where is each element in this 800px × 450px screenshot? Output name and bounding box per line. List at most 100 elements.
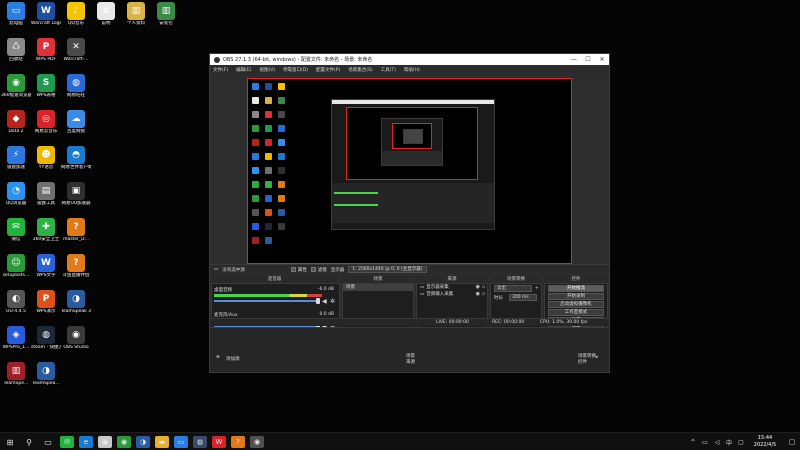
gear-icon[interactable]: ✲ [330, 298, 335, 305]
visibility-eye-icon[interactable]: ◉ [476, 291, 480, 298]
menu-item[interactable]: 场景集合(S) [348, 67, 372, 73]
desktop-icon[interactable]: ▥ 安装包 [151, 2, 181, 27]
properties-button[interactable]: 属性 [290, 267, 307, 273]
source-item[interactable]: ▭ 音频输入采集 ◉ ▫ [417, 291, 487, 298]
desktop-icon[interactable]: ? 斗鱼直播伴侣 [61, 254, 91, 279]
desktop-icon[interactable]: ✕ Warcraft-... [61, 38, 91, 63]
duration-input[interactable]: 300 ms [509, 294, 537, 301]
desktop-icon[interactable]: ⚡ 雷霆加速 [1, 146, 31, 171]
windows-start-icon[interactable]: ⊞ [3, 436, 17, 448]
desktop-icon[interactable]: ◔ QQ浏览器 [1, 182, 31, 207]
desktop-icon[interactable]: ☁ 百度网盘 [61, 110, 91, 135]
source-item[interactable]: ▭ 显示器采集 ◉ ▫ [417, 284, 487, 291]
volume-icon[interactable]: ◁ [712, 436, 722, 448]
desktop-icon[interactable]: ☻ YY语音 [31, 146, 61, 171]
desktop-icon[interactable]: ▣ 网易UU加速器 [61, 182, 91, 207]
speaker-icon[interactable]: ◀ [322, 298, 327, 305]
teamspeak-icon[interactable]: ◑ [136, 436, 150, 448]
taskbar-clock[interactable]: 15:44 2022/4/5 [752, 435, 778, 448]
lock-icon[interactable]: ▫ [482, 291, 485, 298]
desktop-icon[interactable]: ◑ TeamSpea... [31, 362, 61, 387]
edge-icon[interactable]: e [79, 436, 93, 448]
task-view-icon[interactable]: ▭ [41, 436, 55, 448]
add-icon[interactable]: ⊕ [216, 355, 220, 360]
douyu-icon[interactable]: ? [231, 436, 245, 448]
desktop-icon-label: WPS演示 [36, 309, 56, 314]
show-desktop-button[interactable]: ▢ [786, 436, 798, 448]
steam-icon[interactable]: ◍ [193, 436, 207, 448]
start-virtual-camera-button[interactable]: 启动虚拟摄像机 [548, 301, 604, 308]
desktop-icon[interactable]: ◍steam - 快捷方式 [31, 326, 61, 351]
desktop-icon-label: YY语音 [38, 165, 54, 170]
menu-item[interactable]: 帮助(H) [404, 67, 420, 73]
desktop-icon[interactable]: WWarcraft Logs - Co... [31, 2, 61, 27]
wps-icon[interactable]: W [212, 436, 226, 448]
desktop-icon[interactable]: P WPS演示 [31, 290, 61, 315]
desktop-icon[interactable]: ▭ 此电脑 [1, 2, 31, 27]
ime-icon[interactable]: 中 [724, 436, 734, 448]
display-select[interactable]: 1: 2560x1440 @ 0, 0 (主显示器) [348, 266, 427, 273]
transition-type-select[interactable]: 淡出 [494, 285, 532, 292]
maximize-icon[interactable]: ☐ [581, 54, 595, 65]
desktop-icon[interactable]: ☺ setupbets... [1, 254, 31, 279]
lock-icon[interactable]: ▫ [482, 284, 485, 291]
desktop-icon[interactable]: ◆ Dota 2 [1, 110, 31, 135]
close-icon[interactable]: ✕ [595, 54, 609, 65]
menu-item[interactable]: 配置文件(P) [316, 67, 340, 73]
preview-teamspeak-icon [265, 237, 272, 244]
desktop-icon[interactable]: P WPS PDF [31, 38, 61, 63]
obs-icon[interactable]: ◉ [250, 436, 264, 448]
notification-icon[interactable]: ▢ [736, 436, 746, 448]
desktop-icon[interactable]: S WPS表格 [31, 74, 61, 99]
desktop-icon[interactable]: ≡ 说明 [91, 2, 121, 27]
filters-button[interactable]: 滤镜 [310, 267, 327, 273]
start-streaming-button[interactable]: 开始推流 [548, 285, 604, 292]
preview-warcraft-icon [278, 111, 285, 118]
desktop-icon[interactable]: ◎ 网易云音乐 [31, 110, 61, 135]
chevron-up-icon[interactable]: ^ [688, 436, 698, 448]
desktop-icon[interactable]: ✉ 微信 [1, 218, 31, 243]
desktop-icon[interactable]: ◑ TeamSpeak 3 [61, 290, 91, 315]
desktop-icon[interactable]: ▥ TeamSpe... [1, 362, 31, 387]
scene-item[interactable]: 场景 [343, 284, 413, 291]
menu-item[interactable]: 停靠窗口(D) [283, 67, 308, 73]
desktop-icon[interactable]: ◐ UU-4.4.5 [1, 290, 31, 315]
tv-icon[interactable]: ▭ [174, 436, 188, 448]
preview-canvas[interactable] [247, 78, 572, 264]
desktop-icon[interactable]: ? master_D... [61, 218, 91, 243]
desktop-icon[interactable]: ◍ 网易旺旺 [61, 74, 91, 99]
add-icon[interactable]: + [535, 286, 539, 291]
obs-titlebar[interactable]: OBS 27.1.3 (64-bit, windows) - 配置文件: 未命名… [210, 54, 609, 65]
menu-item[interactable]: 视图(V) [259, 67, 275, 73]
network-icon[interactable]: ▭ [700, 436, 710, 448]
live-status: LIVE: 00:00:00 [436, 320, 469, 325]
desktop-icon[interactable]: ♪ QQ音乐 [61, 2, 91, 27]
warcraft-icon: ✕ [67, 38, 85, 56]
uu-accel-icon: ▣ [67, 182, 85, 200]
menu-item[interactable]: 工具(T) [381, 67, 396, 73]
search-icon[interactable]: ⚲ [22, 436, 36, 448]
desktop-icon[interactable]: ▤ 雷霆工具 [31, 182, 61, 207]
studio-mode-button[interactable]: 工作室模式 [548, 309, 604, 316]
menu-item[interactable]: 文件(F) [213, 67, 228, 73]
desktop-icon[interactable]: ▥ 个人资料 [121, 2, 151, 27]
desktop-icon[interactable]: ◉ OBS Studio [61, 326, 91, 351]
desktop-icon[interactable]: ◓ 网易世界客户端 [61, 146, 91, 171]
volume-slider[interactable] [214, 298, 320, 304]
start-recording-button[interactable]: 开始录制 [548, 293, 604, 300]
zip-file-icon: ▥ [157, 2, 175, 20]
minimize-icon[interactable]: — [567, 54, 581, 65]
folder-icon[interactable]: ▬ [155, 436, 169, 448]
visibility-eye-icon[interactable]: ◉ [476, 284, 480, 291]
desktop-icon[interactable]: ◈ WPSPro_1... [1, 326, 31, 351]
next-icon[interactable]: ▸ [596, 355, 598, 360]
wechat-icon[interactable]: ✉ [60, 436, 74, 448]
desktop-icon[interactable]: ◉ 360极速浏览器 [1, 74, 31, 99]
desktop-icon[interactable]: ♺ 回收站 [1, 38, 31, 63]
app-icon[interactable]: ▣ [98, 436, 112, 448]
360-browser-icon[interactable]: ◉ [117, 436, 131, 448]
desktop-icon[interactable]: ✚ 360安全卫士 [31, 218, 61, 243]
preview-wps-writer-icon [265, 195, 272, 202]
menu-item[interactable]: 编辑(E) [236, 67, 251, 73]
desktop-icon[interactable]: W WPS文字 [31, 254, 61, 279]
